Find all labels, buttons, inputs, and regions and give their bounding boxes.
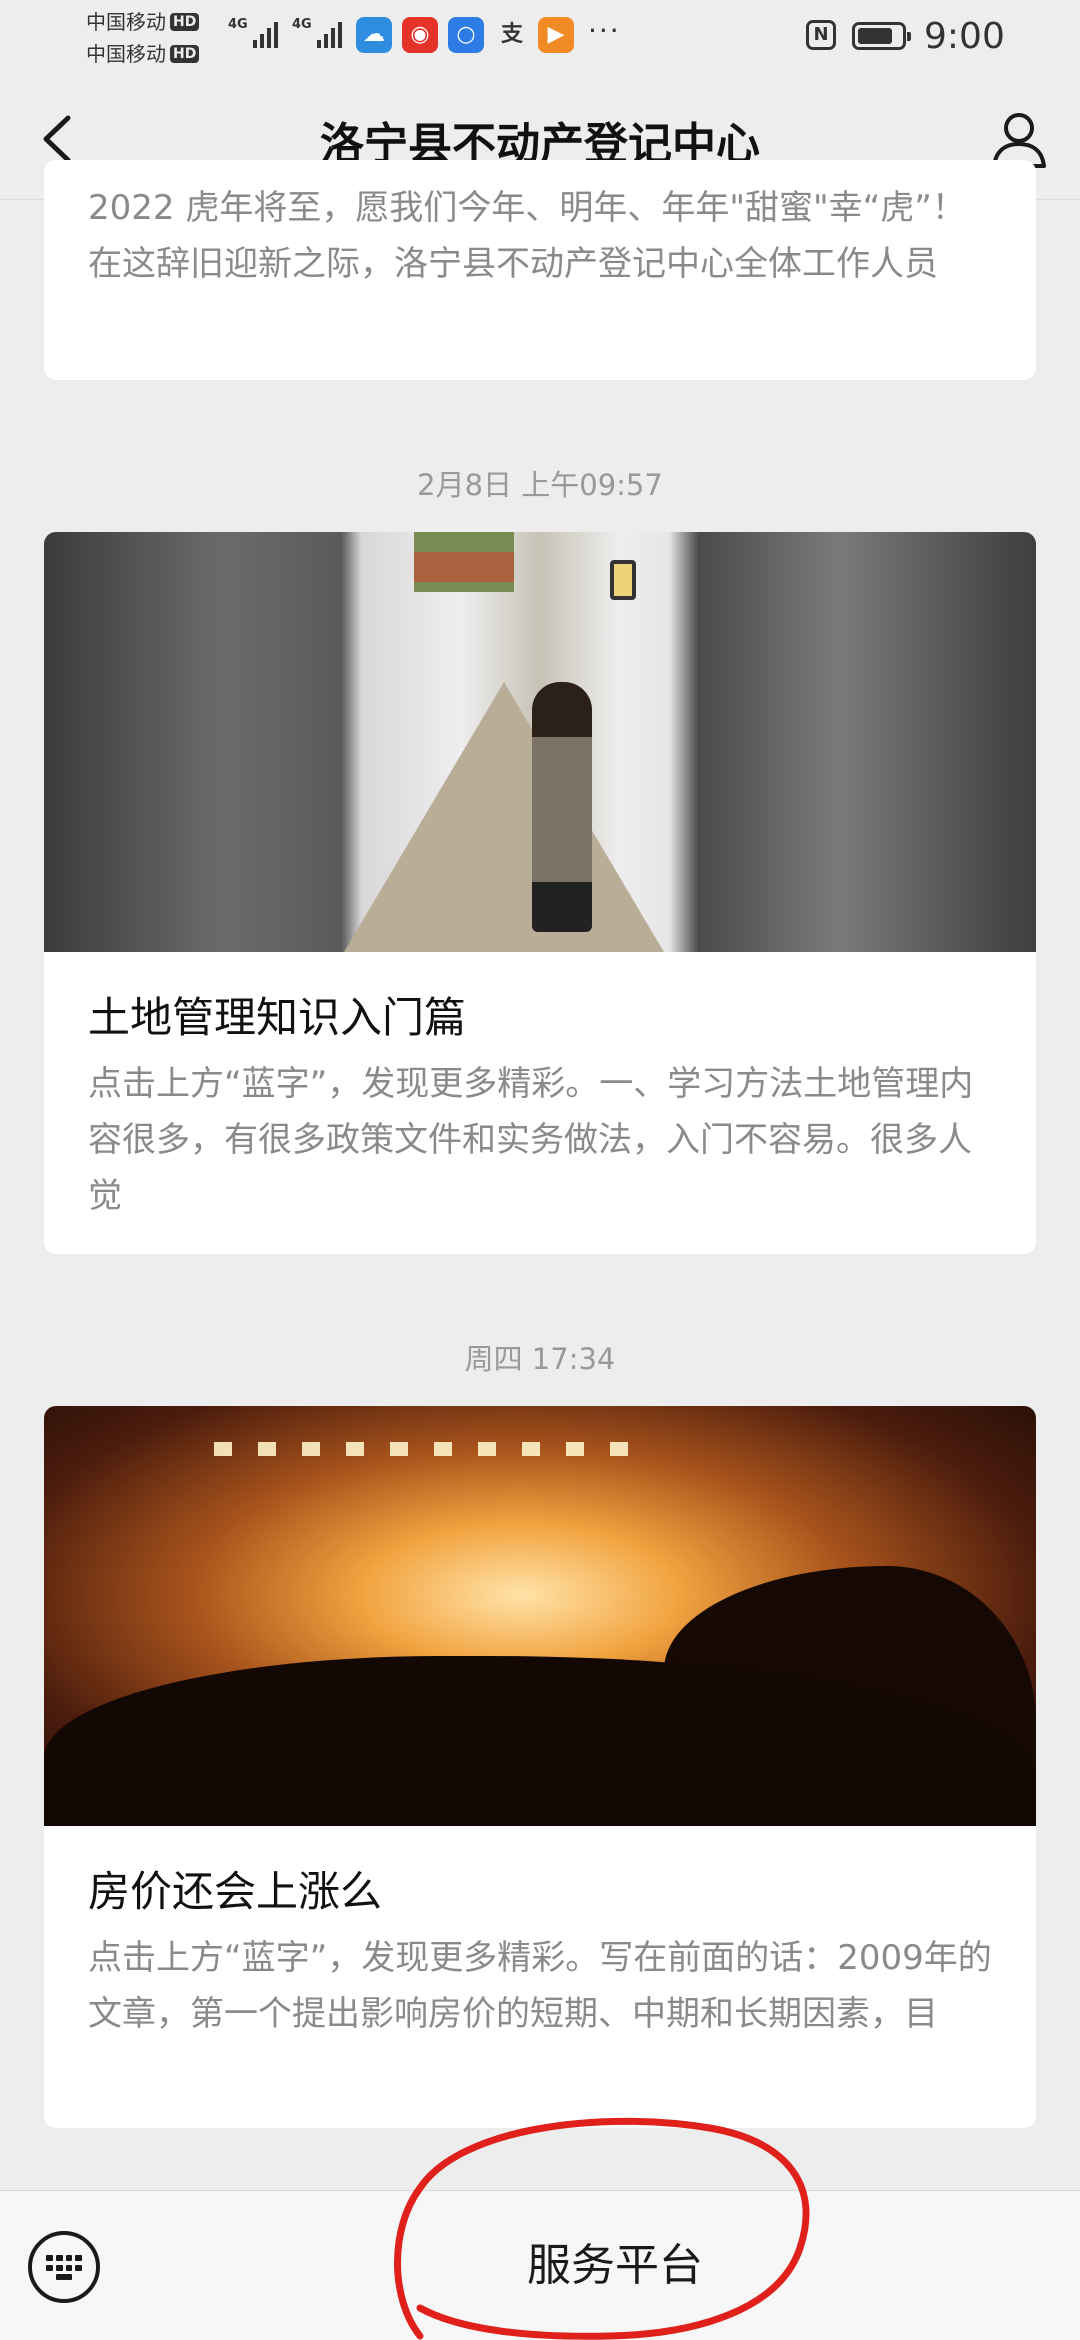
status-bar: 中国移动 HD 中国移动 HD 4G 4G ☁ ◉ ○ 支 ▶ ··· N 9:00: [0, 0, 1080, 80]
keyboard-icon: [46, 2255, 82, 2281]
hd-badge: HD: [170, 13, 200, 31]
nfc-icon: N: [806, 20, 836, 50]
article-cover-image: [44, 532, 1036, 952]
battery-level: [858, 28, 892, 44]
weibo-icon: ◉: [402, 17, 438, 53]
message-timestamp: 2月8日 上午09:57: [417, 468, 663, 502]
article-digest: 2022 虎年将至，愿我们今年、明年、年年"甜蜜"幸“虎”！在这辞旧迎新之际，洛…: [88, 188, 966, 284]
article-title: 土地管理知识入门篇: [88, 993, 467, 1042]
carrier-1: 中国移动: [86, 10, 166, 34]
article-cover-image: [44, 1406, 1036, 1826]
carrier-info: 中国移动 HD 中国移动 HD: [86, 6, 200, 70]
article-card[interactable]: 房价还会上涨么 点击上方“蓝字”，发现更多精彩。写在前面的话：2009年的文章，…: [44, 1406, 1036, 2128]
signal-icon: 4G: [228, 18, 278, 48]
article-card[interactable]: 2022 虎年将至，愿我们今年、明年、年年"甜蜜"幸“虎”！在这辞旧迎新之际，洛…: [44, 160, 1036, 380]
more-notifications-icon: ···: [588, 14, 621, 47]
article-title: 房价还会上涨么: [88, 1867, 383, 1916]
article-card[interactable]: 土地管理知识入门篇 点击上方“蓝字”，发现更多精彩。一、学习方法土地管理内容很多…: [44, 532, 1036, 1254]
bottom-menu-bar: 服务平台: [0, 2190, 1080, 2340]
video-icon: ▶: [538, 17, 574, 53]
alipay-icon: 支: [500, 22, 523, 47]
keyboard-toggle-button[interactable]: [28, 2231, 100, 2303]
signal-icon: 4G: [292, 18, 342, 48]
article-digest: 点击上方“蓝字”，发现更多精彩。写在前面的话：2009年的文章，第一个提出影响房…: [88, 1938, 992, 2034]
carrier-2: 中国移动: [86, 42, 166, 66]
lightbulb-icon: ○: [448, 17, 484, 53]
battery-icon: [852, 22, 911, 50]
clock: 9:00: [924, 16, 1005, 57]
service-platform-menu[interactable]: 服务平台: [150, 2191, 1080, 2340]
hd-badge: HD: [170, 45, 200, 63]
message-timestamp: 周四 17:34: [464, 1342, 616, 1376]
weather-icon: ☁: [356, 17, 392, 53]
article-digest: 点击上方“蓝字”，发现更多精彩。一、学习方法土地管理内容很多，有很多政策文件和实…: [88, 1064, 974, 1216]
